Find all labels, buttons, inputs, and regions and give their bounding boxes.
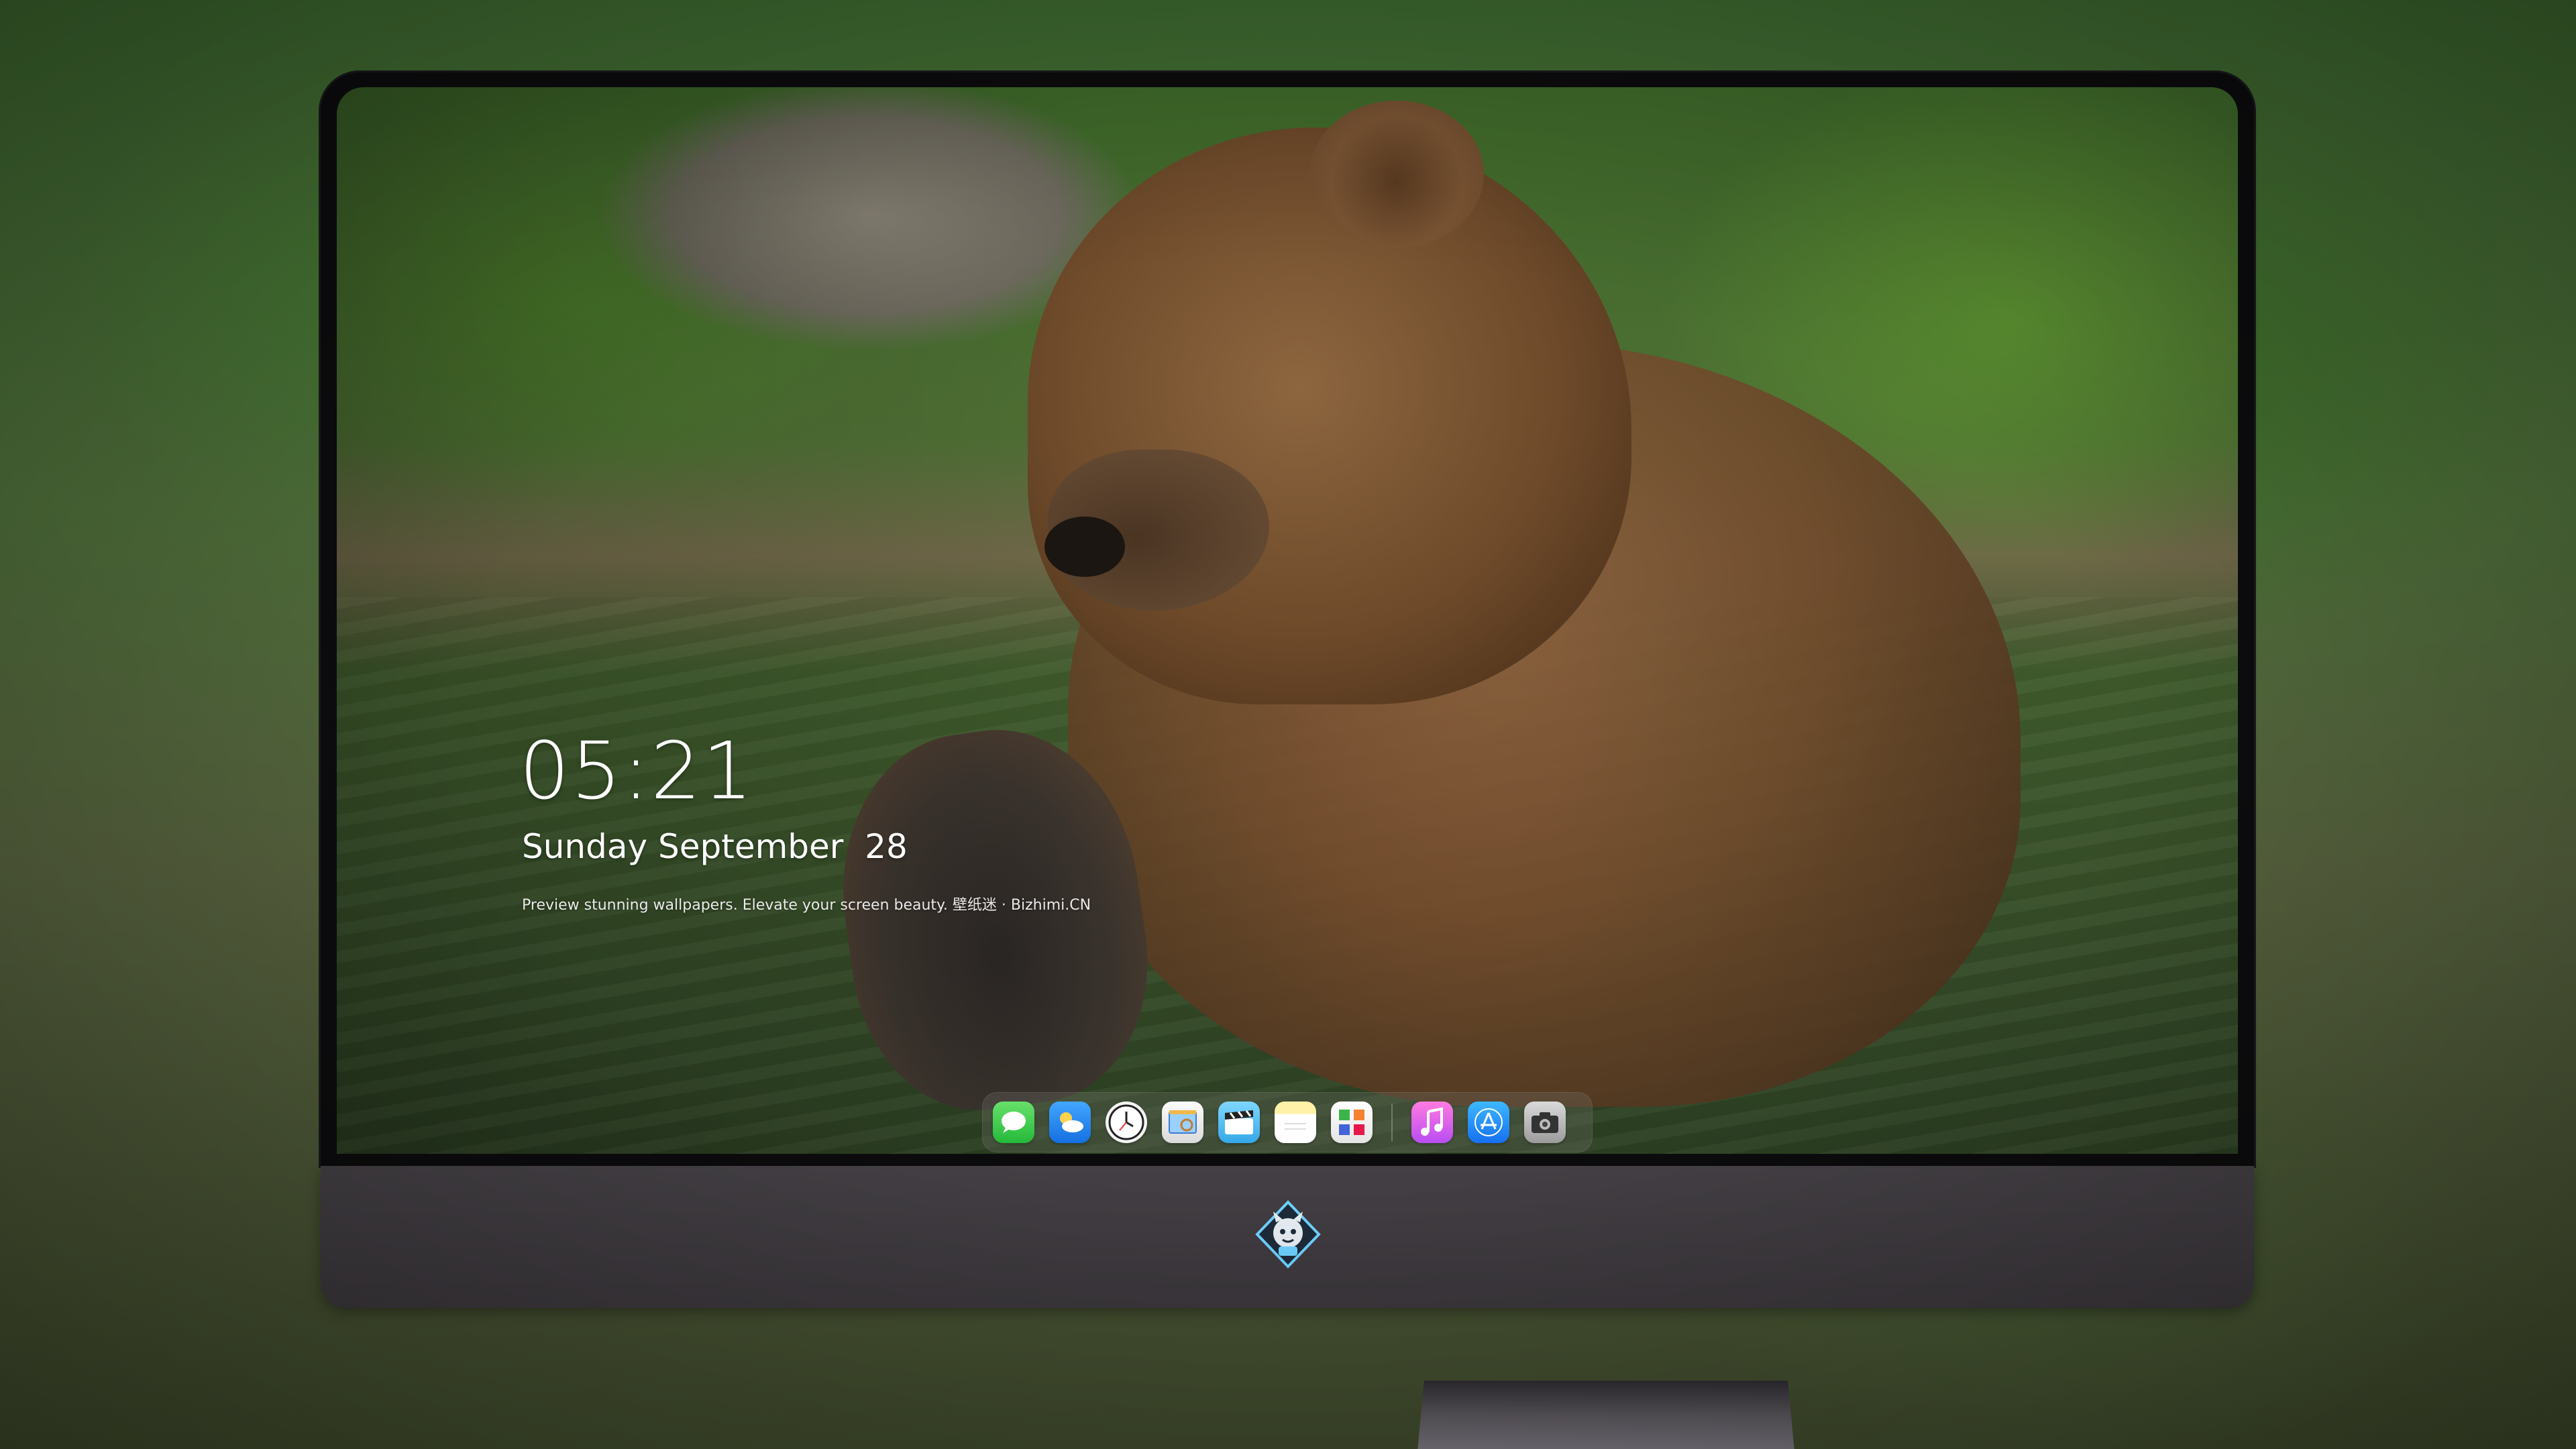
wallpaper-bear-head [1028,127,1631,704]
blurred-background: 05:21 Sunday September 28 Preview stunni… [0,0,2576,1449]
wallpaper-bear-ear [1309,101,1484,248]
lock-date: Sunday September 28 [522,827,908,866]
dock [982,1092,1593,1152]
lock-tagline: Preview stunning wallpapers. Elevate you… [522,897,1091,914]
wallpaper-water [337,597,2238,1154]
lock-screen[interactable]: 05:21 Sunday September 28 Preview stunni… [337,87,2238,1154]
wallpaper-bear-body [1068,342,2021,1107]
messages-icon[interactable] [993,1102,1034,1143]
wallpaper-bear-snout [1048,449,1269,610]
monitor-stand-neck [1415,1381,1796,1449]
wallpaper-bear-nose [1044,517,1125,577]
clapperboard-icon[interactable] [1218,1102,1260,1143]
wallpaper-shade [337,87,2238,1154]
mascot-logo-icon [1253,1199,1323,1269]
monitor-bezel: 05:21 Sunday September 28 Preview stunni… [321,72,2254,1166]
preview-icon[interactable] [1162,1102,1203,1143]
dock-separator [1391,1104,1393,1141]
music-note-icon[interactable] [1411,1102,1453,1143]
clock-icon[interactable] [1106,1102,1147,1143]
lock-time: 05:21 [519,724,755,817]
app-store-icon[interactable] [1468,1102,1509,1143]
weather-icon[interactable] [1049,1102,1091,1143]
desktop-monitor: 05:21 Sunday September 28 Preview stunni… [321,72,2254,1449]
camera-icon[interactable] [1524,1102,1566,1143]
notes-icon[interactable] [1275,1102,1316,1143]
wallpaper-bear-paw [822,712,1167,1126]
monitor-chin [321,1166,2254,1308]
photo-booth-icon[interactable] [1331,1102,1373,1143]
